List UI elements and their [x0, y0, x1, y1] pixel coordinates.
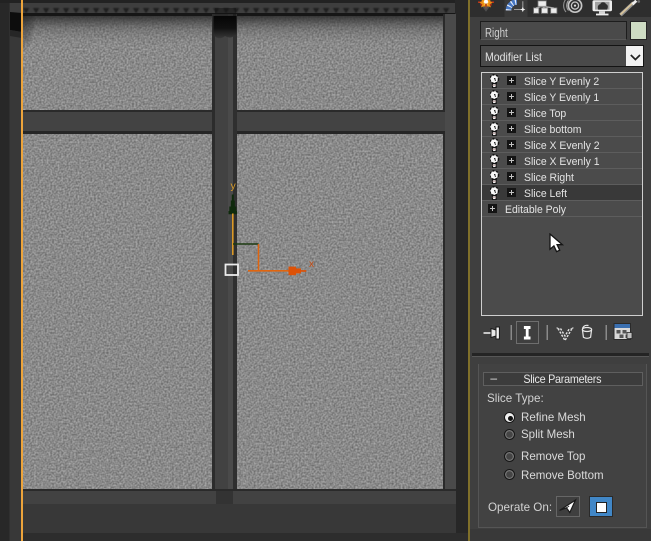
svg-text:y: y	[231, 180, 237, 192]
svg-text:x: x	[309, 259, 314, 270]
